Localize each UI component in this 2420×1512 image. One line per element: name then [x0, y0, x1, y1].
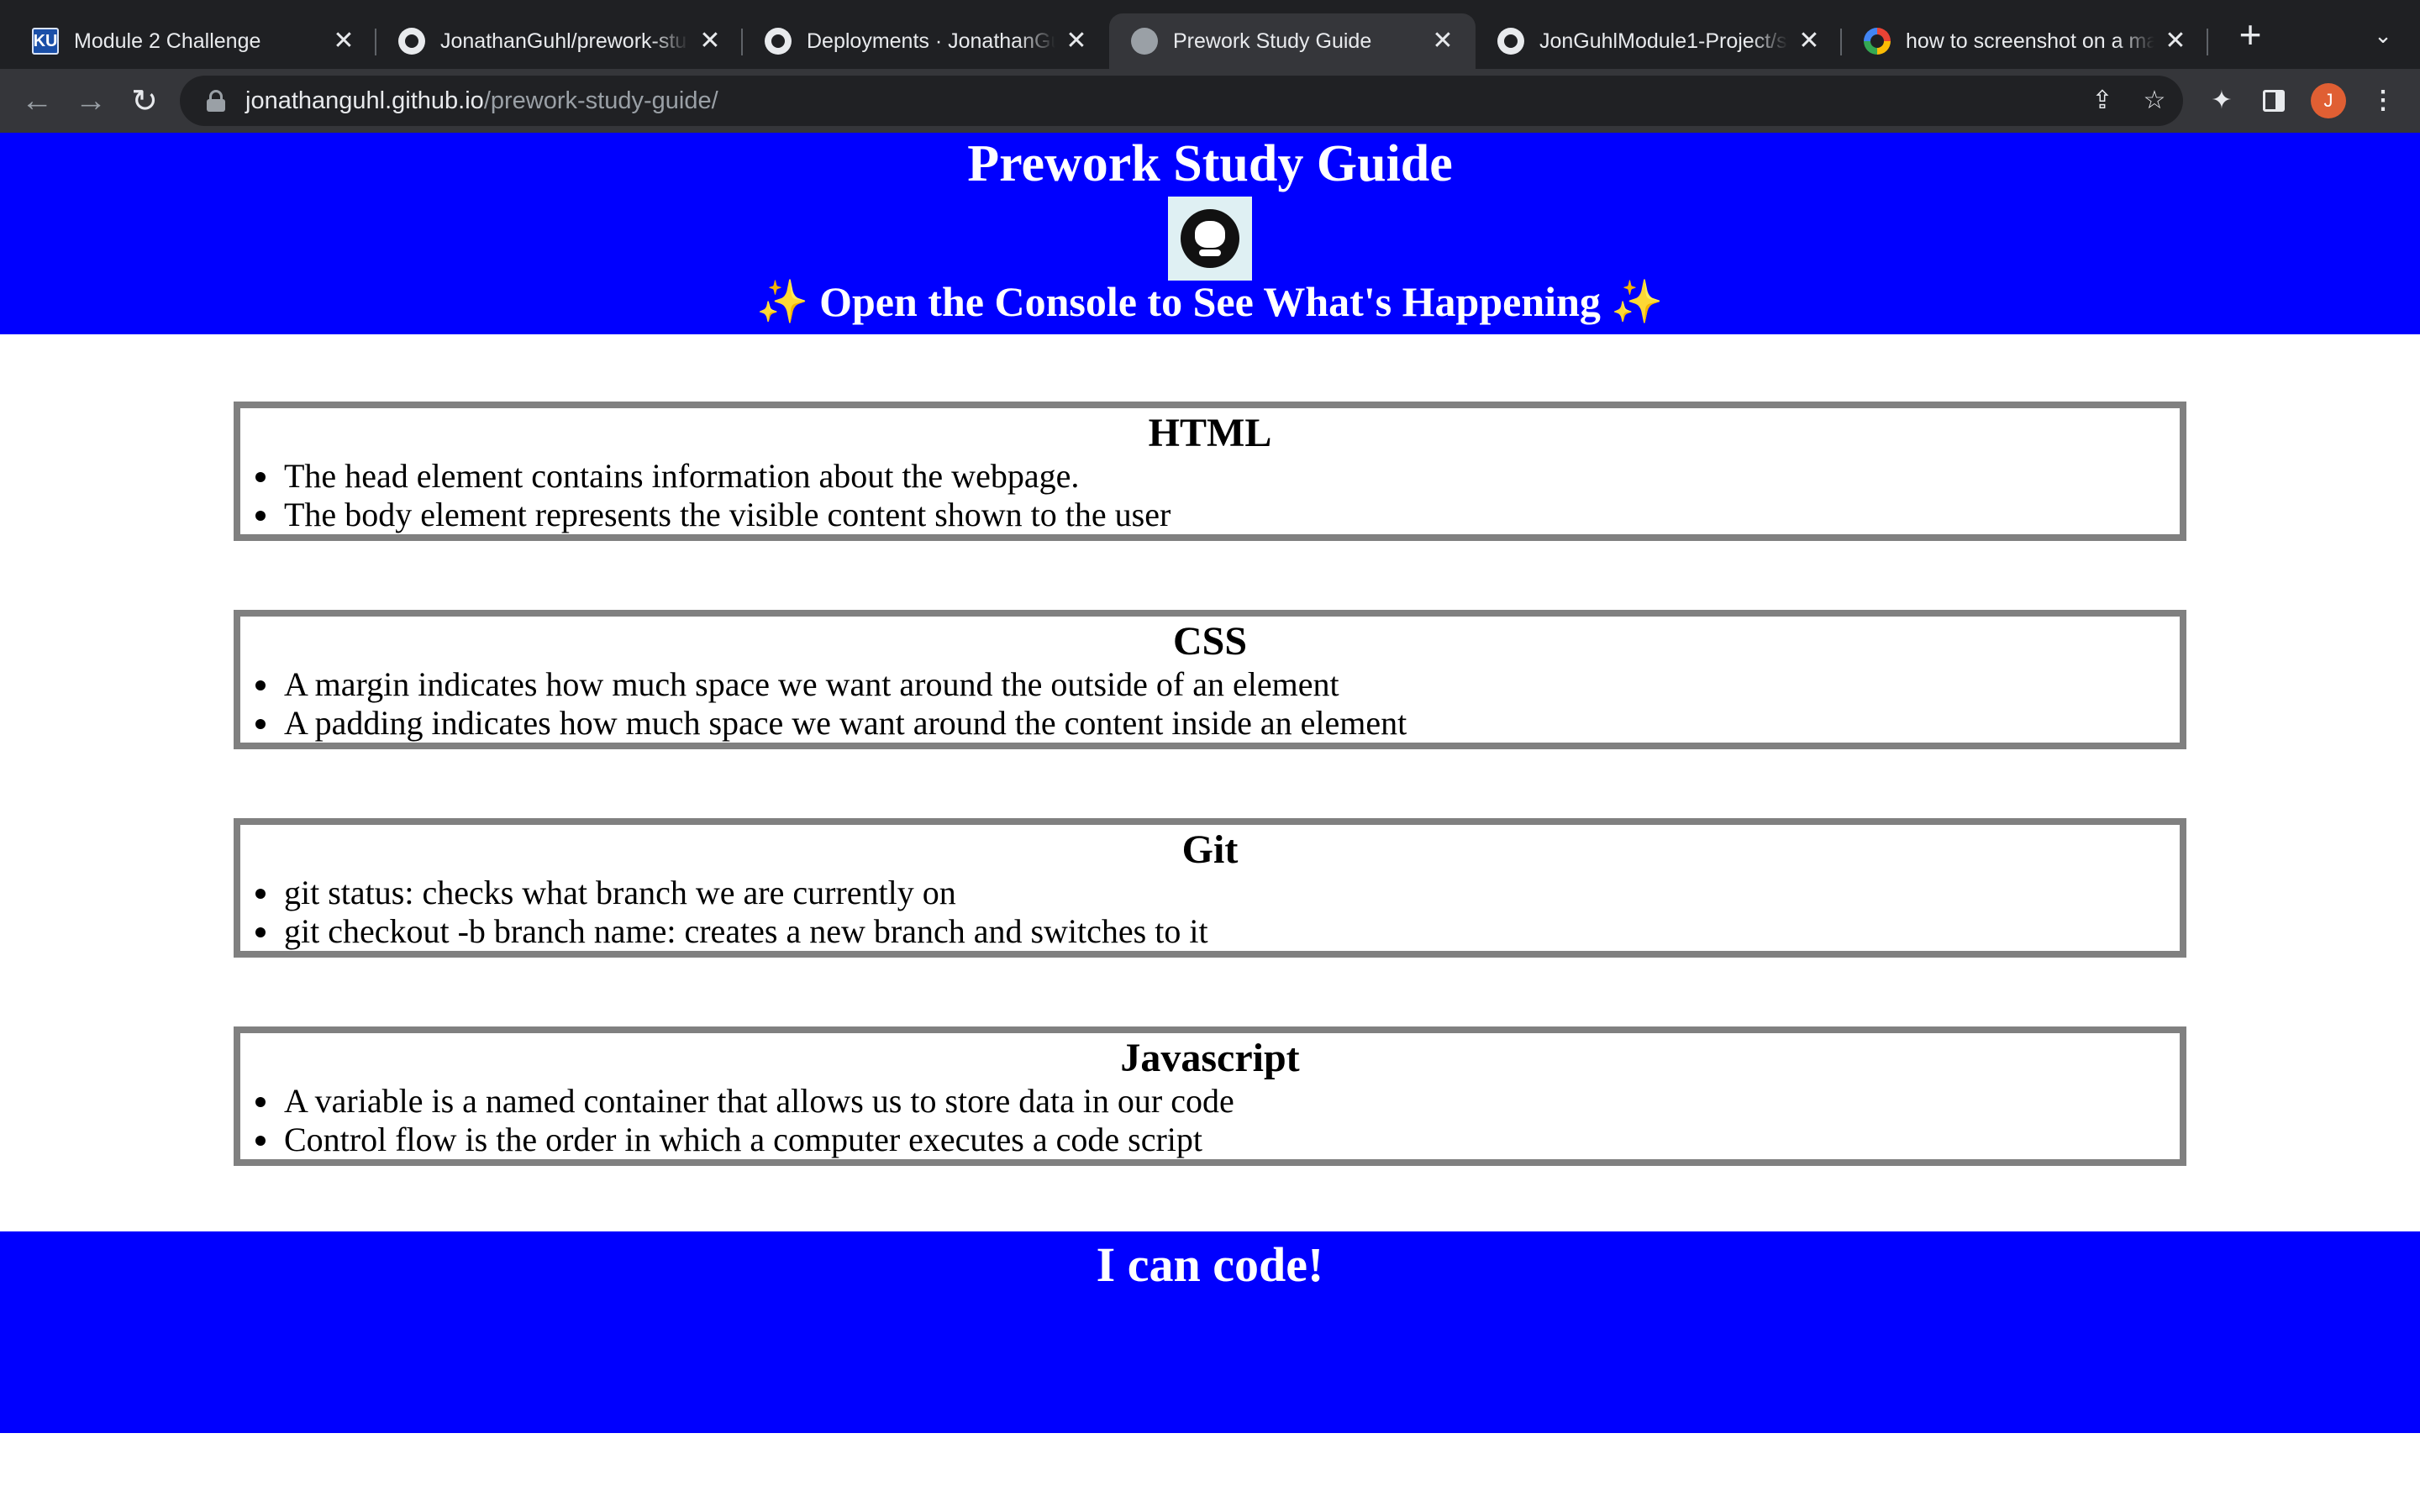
browser-tab-strip: KU Module 2 Challenge ✕ JonathanGuhl/pre…: [0, 0, 2420, 69]
globe-icon: [1131, 28, 1158, 55]
section-heading: CSS: [1172, 619, 1248, 664]
sparkle-icon: ✨: [1611, 278, 1664, 325]
tab-google-search[interactable]: how to screenshot on a ma ✕: [1842, 13, 2208, 69]
tab-search-chevron-icon[interactable]: ⌄: [2368, 20, 2398, 50]
tab-deployments[interactable]: Deployments · JonathanGu ✕: [743, 13, 1109, 69]
list-item: A margin indicates how much space we wan…: [255, 665, 2180, 704]
tab-title: Module 2 Challenge: [74, 29, 261, 53]
new-tab-button[interactable]: +: [2225, 9, 2275, 60]
side-panel-icon[interactable]: [2259, 86, 2289, 116]
bullet-icon: [255, 889, 266, 899]
github-icon: [765, 28, 792, 55]
google-icon: [1864, 28, 1891, 55]
kebab-menu-icon[interactable]: ⋮: [2368, 86, 2398, 116]
reload-icon[interactable]: ↻: [118, 74, 171, 128]
list-item: git status: checks what branch we are cu…: [255, 874, 2180, 912]
list-item: The head element contains information ab…: [255, 457, 2180, 496]
page-subtitle: ✨ Open the Console to See What's Happeni…: [0, 277, 2420, 327]
section-list: The head element contains information ab…: [255, 457, 2180, 534]
sparkle-icon: ✨: [756, 278, 809, 325]
octocat-avatar-image: [1168, 197, 1252, 281]
site-footer: I can code!: [0, 1231, 2420, 1433]
close-tab-icon[interactable]: ✕: [1797, 29, 1822, 54]
close-tab-icon[interactable]: ✕: [697, 29, 723, 54]
close-tab-icon[interactable]: ✕: [331, 29, 356, 54]
close-tab-icon[interactable]: ✕: [2163, 29, 2188, 54]
ku-icon: KU: [32, 28, 59, 55]
tab-separator: [2207, 29, 2208, 55]
section-list: A margin indicates how much space we wan…: [255, 665, 2180, 743]
list-item-text: A variable is a named container that all…: [284, 1082, 1234, 1120]
page-title: Prework Study Guide: [967, 135, 1453, 192]
url-text[interactable]: jonathanguhl.github.io/prework-study-gui…: [245, 87, 718, 115]
section-list: git status: checks what branch we are cu…: [255, 874, 2180, 951]
list-item: Control flow is the order in which a com…: [255, 1121, 2180, 1159]
tab-title: JonathanGuhl/prework-stu: [440, 29, 687, 53]
list-item: A padding indicates how much space we wa…: [255, 704, 2180, 743]
back-arrow-icon[interactable]: ←: [10, 74, 64, 128]
section-heading: Javascript: [1120, 1036, 1300, 1080]
octocat-icon: [1181, 209, 1239, 268]
profile-avatar[interactable]: J: [2311, 83, 2346, 118]
forward-arrow-icon[interactable]: →: [64, 74, 118, 128]
tab-list: KU Module 2 Challenge ✕ JonathanGuhl/pre…: [0, 0, 2275, 69]
github-icon: [1497, 28, 1524, 55]
extensions-puzzle-icon[interactable]: ✦: [2207, 86, 2237, 116]
tab-module1-project[interactable]: JonGuhlModule1-Project/st ✕: [1476, 13, 1842, 69]
list-item-text: The head element contains information ab…: [284, 457, 1080, 495]
bullet-icon: [255, 1136, 266, 1146]
bullet-icon: [255, 1097, 266, 1107]
section-git: Git git status: checks what branch we ar…: [234, 818, 2186, 958]
url-host: jonathanguhl.github.io: [245, 87, 484, 114]
bullet-icon: [255, 472, 266, 482]
close-tab-icon[interactable]: ✕: [1064, 29, 1089, 54]
study-sections: HTML The head element contains informati…: [234, 402, 2186, 1235]
list-item-text: Control flow is the order in which a com…: [284, 1121, 1202, 1158]
footer-text: I can code!: [1096, 1237, 1324, 1292]
site-header: Prework Study Guide ✨ Open the Console t…: [0, 133, 2420, 334]
bullet-icon: [255, 927, 266, 937]
list-item-text: A padding indicates how much space we wa…: [284, 704, 1407, 742]
list-item-text: The body element represents the visible …: [284, 496, 1171, 533]
list-item-text: git checkout -b branch name: creates a n…: [284, 912, 1208, 950]
tab-prework-repo[interactable]: JonathanGuhl/prework-stu ✕: [376, 13, 743, 69]
section-javascript: Javascript A variable is a named contain…: [234, 1026, 2186, 1166]
web-page: Prework Study Guide ✨ Open the Console t…: [0, 133, 2420, 1512]
tab-prework-study-guide[interactable]: Prework Study Guide ✕: [1109, 13, 1476, 69]
tab-title: how to screenshot on a ma: [1906, 29, 2154, 53]
section-css: CSS A margin indicates how much space we…: [234, 610, 2186, 749]
list-item: A variable is a named container that all…: [255, 1082, 2180, 1121]
subtitle-text: Open the Console to See What's Happening: [819, 278, 1601, 325]
lock-icon[interactable]: [207, 90, 225, 112]
bullet-icon: [255, 680, 266, 690]
section-html: HTML The head element contains informati…: [234, 402, 2186, 541]
bookmark-star-icon[interactable]: ☆: [2139, 86, 2170, 116]
url-path: /prework-study-guide/: [483, 87, 718, 114]
github-icon: [398, 28, 425, 55]
tab-module-2-challenge[interactable]: KU Module 2 Challenge ✕: [10, 13, 376, 69]
close-tab-icon[interactable]: ✕: [1430, 29, 1455, 54]
list-item-text: A margin indicates how much space we wan…: [284, 665, 1339, 703]
section-heading: Git: [1181, 827, 1239, 872]
list-item-text: git status: checks what branch we are cu…: [284, 874, 956, 911]
list-item: git checkout -b branch name: creates a n…: [255, 912, 2180, 951]
section-heading: HTML: [1148, 411, 1272, 455]
tab-title: JonGuhlModule1-Project/st: [1539, 29, 1788, 53]
list-item: The body element represents the visible …: [255, 496, 2180, 534]
browser-toolbar: ← → ↻ jonathanguhl.github.io/prework-stu…: [0, 69, 2420, 133]
tab-title: Prework Study Guide: [1173, 29, 1372, 53]
address-bar[interactable]: jonathanguhl.github.io/prework-study-gui…: [180, 76, 2183, 126]
share-icon[interactable]: ⇪: [2087, 86, 2118, 116]
bullet-icon: [255, 511, 266, 521]
bullet-icon: [255, 719, 266, 729]
section-list: A variable is a named container that all…: [255, 1082, 2180, 1159]
tab-title: Deployments · JonathanGu: [807, 29, 1055, 53]
